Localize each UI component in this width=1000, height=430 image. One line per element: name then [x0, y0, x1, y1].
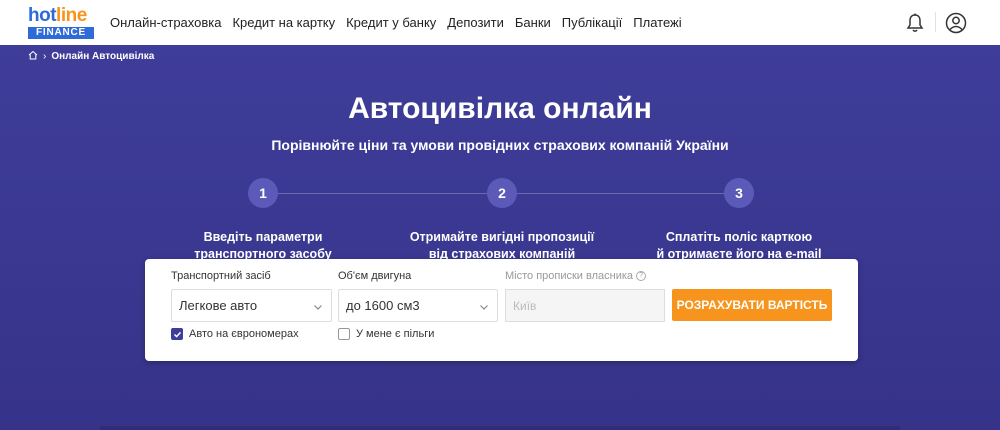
nav-credit-card[interactable]: Кредит на картку	[232, 15, 335, 30]
nav-bank-credit[interactable]: Кредит у банку	[346, 15, 436, 30]
step-2-number: 2	[487, 178, 517, 208]
city-label-text: Місто прописки власника	[505, 270, 634, 282]
engine-select[interactable]: до 1600 см3	[338, 289, 498, 322]
euro-plates-label: Авто на єврономерах	[189, 328, 299, 340]
engine-select-value: до 1600 см3	[346, 298, 420, 313]
nav-deposits[interactable]: Депозити	[447, 15, 504, 30]
step-3-line1: Сплатіть поліс карткою	[665, 230, 813, 244]
vehicle-select[interactable]: Легкове авто	[171, 289, 332, 322]
nav-payments[interactable]: Платежі	[633, 15, 681, 30]
osago-calculator-form: Транспортний засіб Легкове авто Об'єм дв…	[145, 259, 858, 361]
main-nav: Онлайн-страховка Кредит на картку Кредит…	[110, 0, 693, 45]
chevron-down-icon	[479, 300, 489, 315]
page-subtitle: Порівнюйте ціни та умови провідних страх…	[271, 137, 729, 153]
step-1-line1: Введіть параметри	[203, 230, 323, 244]
step-3-text: Сплатіть поліс карткою й отримаєте його …	[619, 229, 859, 263]
vehicle-select-value: Легкове авто	[179, 298, 258, 313]
chevron-down-icon	[313, 300, 323, 315]
step-2-line1: Отримайте вигідні пропозиції	[409, 230, 595, 244]
nav-online-insurance[interactable]: Онлайн-страховка	[110, 15, 221, 30]
page-title: Автоцивілка онлайн	[348, 92, 652, 125]
calculate-price-button[interactable]: РОЗРАХУВАТИ ВАРТІСТЬ	[672, 289, 832, 321]
hotline-finance-logo[interactable]: hotline FINANCE	[28, 5, 96, 39]
home-icon[interactable]	[28, 50, 38, 63]
top-header: hotline FINANCE Онлайн-страховка Кредит …	[0, 0, 1000, 45]
bell-icon[interactable]	[903, 11, 927, 35]
breadcrumb-chevron-icon: ›	[43, 50, 47, 62]
benefits-checkbox[interactable]	[338, 328, 350, 340]
header-separator	[935, 12, 936, 32]
euro-plates-checkbox[interactable]	[171, 328, 183, 340]
user-icon[interactable]	[944, 11, 968, 35]
city-input[interactable]: Київ	[505, 289, 665, 322]
city-input-placeholder: Київ	[513, 298, 537, 313]
benefits-label: У мене є пільги	[356, 328, 435, 340]
step-2-text: Отримайте вигідні пропозиції від страхов…	[382, 229, 622, 263]
benefits-checkbox-row[interactable]: У мене є пільги	[338, 328, 434, 340]
help-icon[interactable]: ?	[636, 271, 647, 282]
engine-label: Об'єм двигуна	[338, 270, 412, 282]
step-1-text: Введіть параметри транспортного засобу	[143, 229, 383, 263]
breadcrumb: › Онлайн Автоцивілка	[28, 49, 154, 63]
logo-line: line	[56, 5, 87, 26]
step-3-number: 3	[724, 178, 754, 208]
logo-hot: hot	[28, 5, 57, 26]
breadcrumb-current: Онлайн Автоцивілка	[51, 50, 155, 62]
vehicle-label: Транспортний засіб	[171, 270, 271, 282]
hero-section: › Онлайн Автоцивілка Автоцивілка онлайн …	[0, 45, 1000, 430]
city-label: Місто прописки власника?	[505, 270, 647, 282]
euro-plates-checkbox-row[interactable]: Авто на єврономерах	[171, 328, 299, 340]
nav-publications[interactable]: Публікації	[562, 15, 622, 30]
results-panel-edge	[100, 426, 900, 430]
step-1-number: 1	[248, 178, 278, 208]
nav-banks[interactable]: Банки	[515, 15, 551, 30]
logo-finance: FINANCE	[28, 27, 94, 39]
